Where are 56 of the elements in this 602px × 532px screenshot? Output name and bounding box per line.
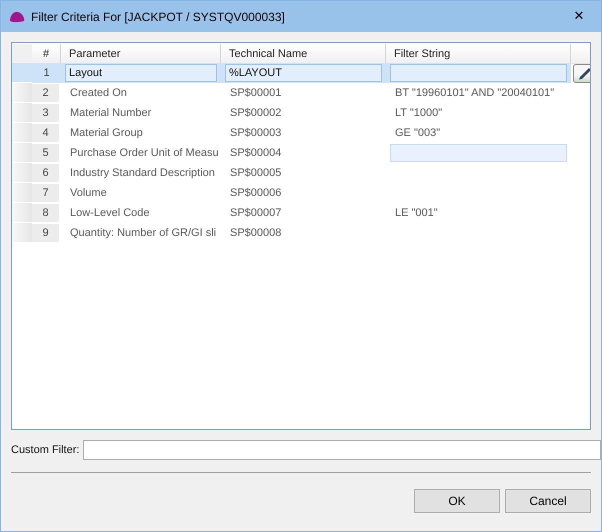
dialog-button[interactable]: OK — [414, 489, 500, 513]
row-selector[interactable] — [12, 143, 32, 162]
window-title: Filter Criteria For [JACKPOT / SYSTQV000033] — [31, 10, 286, 24]
table-cell-text: SP$00006 — [229, 187, 282, 199]
pencil-icon — [577, 66, 590, 80]
header-corner — [12, 44, 32, 64]
table-cell-text: BT "19960101" AND "20040101" — [394, 87, 554, 99]
dialog-button[interactable]: Cancel — [505, 489, 591, 513]
table-cell-text: Volume — [69, 187, 107, 199]
app-logo-icon — [9, 10, 25, 22]
table-cell-text: Created On — [69, 87, 127, 99]
table-cell-text: SP$00004 — [229, 147, 282, 159]
row-selector[interactable] — [12, 123, 32, 142]
column-header: Technical Name — [221, 44, 386, 64]
table-cell-text: SP$00003 — [229, 127, 282, 139]
row-selector[interactable] — [12, 183, 32, 202]
input-field[interactable] — [390, 144, 567, 162]
custom-filter-field[interactable] — [83, 440, 601, 460]
row-number: 7 — [32, 184, 59, 202]
table-cell-text: SP$00002 — [229, 107, 282, 119]
input-field[interactable] — [390, 64, 567, 82]
row-number: 8 — [32, 204, 59, 222]
column-header: Parameter — [61, 44, 221, 64]
table-cell-text: SP$00005 — [229, 167, 282, 179]
row-selector[interactable] — [12, 103, 32, 122]
row-number: 6 — [32, 164, 59, 182]
table-cell-text: SP$00001 — [229, 87, 282, 99]
row-number: 4 — [32, 124, 59, 142]
row-number: 2 — [32, 84, 59, 102]
table-cell-text: Quantity: Number of GR/GI sli — [69, 227, 216, 239]
row-selector[interactable] — [12, 203, 32, 222]
row-selector[interactable] — [12, 83, 32, 102]
column-header: Filter String — [386, 44, 571, 64]
table-cell-text: Material Group — [69, 127, 143, 139]
table-cell-text: GE "003" — [394, 127, 440, 139]
close-button[interactable]: ✕ — [557, 1, 601, 32]
table-cell-text: Low-Level Code — [69, 207, 150, 219]
field-label: Custom Filter: — [11, 444, 80, 456]
table-cell-text: LT "1000" — [394, 107, 442, 119]
column-header: # — [32, 44, 61, 64]
table-cell-text: Purchase Order Unit of Measu — [69, 147, 219, 159]
table-cell-text: Material Number — [69, 107, 152, 119]
table-cell-text: SP$00008 — [229, 227, 282, 239]
row-selector[interactable] — [12, 163, 32, 182]
row-number: 3 — [32, 104, 59, 122]
edit-button[interactable] — [573, 64, 590, 82]
input-field[interactable]: Layout — [65, 64, 217, 82]
table-cell-text: LE "001" — [394, 207, 438, 219]
row-selector[interactable] — [12, 63, 32, 82]
row-number: 1 — [32, 63, 61, 83]
row-selector[interactable] — [12, 223, 32, 242]
row-number: 5 — [32, 144, 59, 162]
table-cell-text: SP$00007 — [229, 207, 282, 219]
input-field[interactable]: %LAYOUT — [225, 64, 382, 82]
row-number: 9 — [32, 224, 59, 242]
table-cell-text: Industry Standard Description — [69, 167, 215, 179]
